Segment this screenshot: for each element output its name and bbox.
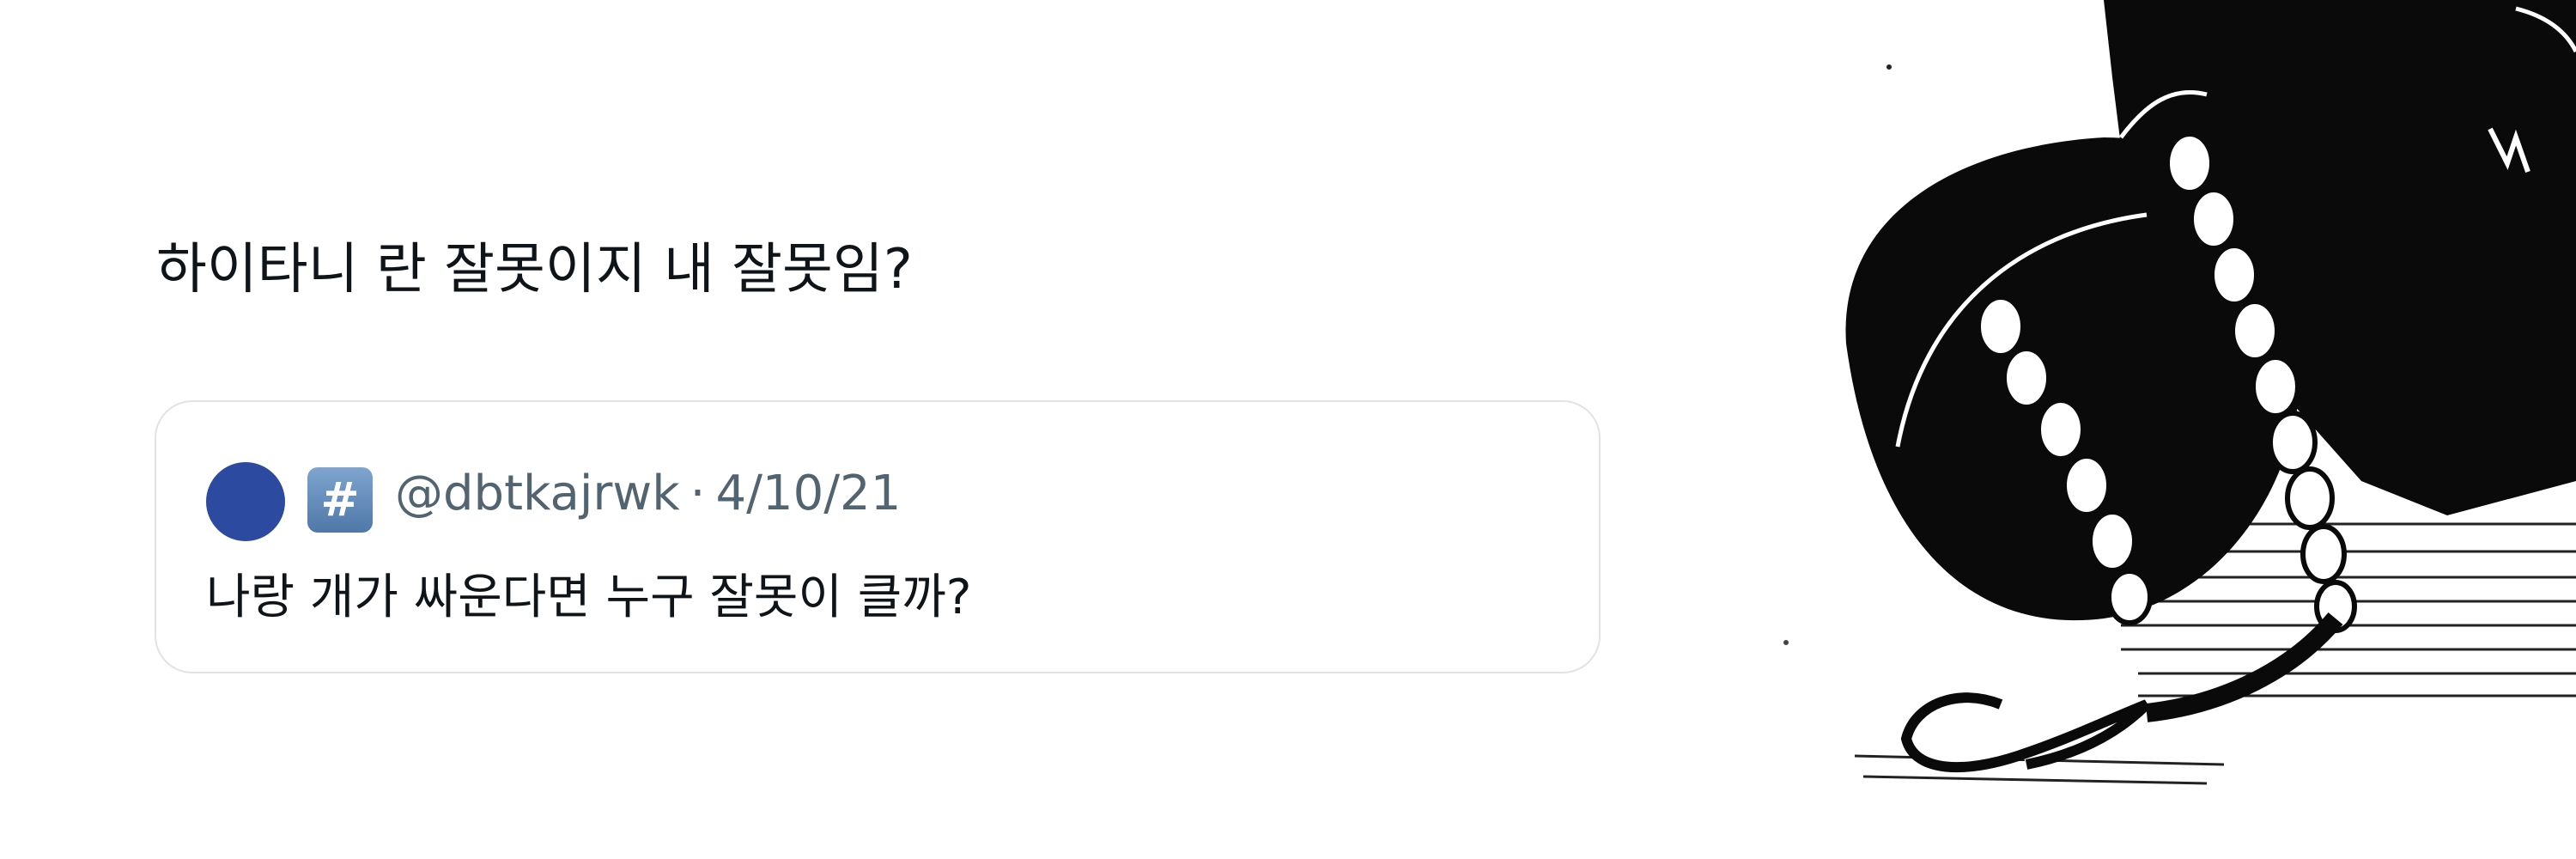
quoted-tweet-text: 나랑 개가 싸운다면 누구 잘못이 클까?: [206, 570, 972, 625]
avatar[interactable]: [206, 462, 285, 541]
quoted-tweet-meta: @dbtkajrwk · 4/10/21: [395, 466, 901, 521]
meta-separator: ·: [690, 466, 706, 521]
manga-illustration: [1783, 0, 2576, 785]
user-handle[interactable]: @dbtkajrwk: [395, 466, 680, 521]
braid-tail: [1900, 692, 2151, 773]
post-text: 하이타니 란 잘못이지 내 잘못임?: [156, 238, 913, 302]
hash-keycap-icon: #: [307, 467, 373, 533]
tweet-date[interactable]: 4/10/21: [715, 466, 901, 521]
hash-symbol: #: [320, 472, 360, 527]
quoted-tweet-card[interactable]: # @dbtkajrwk · 4/10/21 나랑 개가 싸운다면 누구 잘못이 클…: [155, 400, 1601, 673]
